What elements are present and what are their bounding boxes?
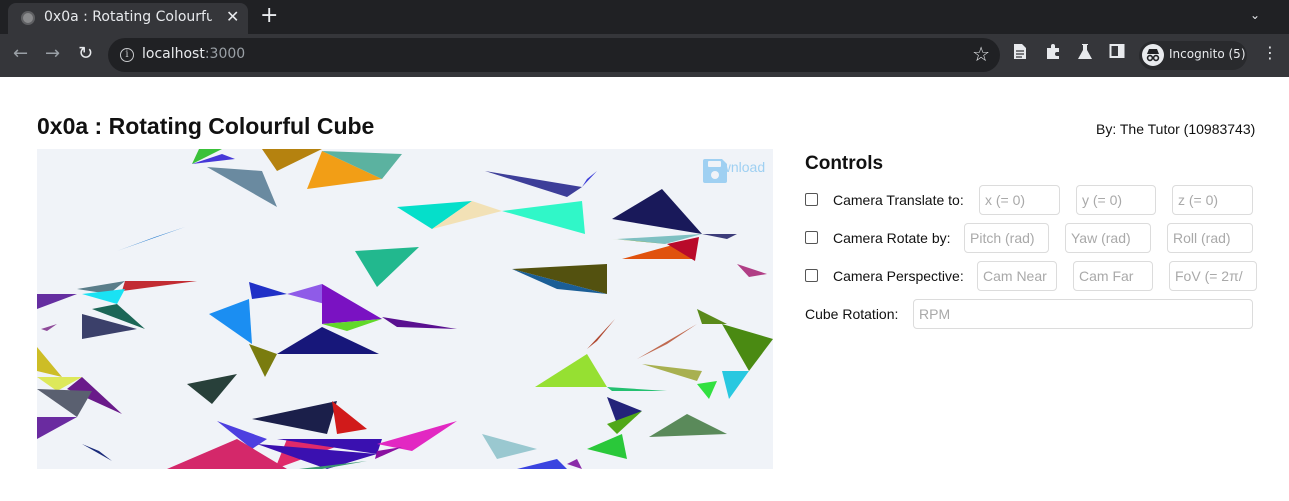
cube-rotation-row: Cube Rotation: [805,299,1253,329]
info-icon[interactable]: i [120,48,134,62]
camera-rotate-checkbox[interactable] [805,231,818,244]
translate-y-input[interactable] [1076,185,1156,215]
tab-active[interactable]: 0x0a : Rotating Colourful Cube ✕ [8,3,248,34]
kebab-menu-icon[interactable]: ⋮ [1262,43,1278,62]
rotate-pitch-input[interactable] [964,223,1049,253]
reload-icon[interactable]: ↻ [78,43,93,64]
url-text[interactable]: localhost:3000 [142,46,245,62]
perspective-near-input[interactable] [977,261,1057,291]
arrow-left-icon[interactable]: ← [13,43,28,64]
browser-toolbar: ← → ↻ i localhost:3000 ☆ Incognito (5) ⋮ [0,34,1289,77]
render-canvas[interactable]: Download [37,149,773,469]
arrow-right-icon[interactable]: → [45,43,60,64]
floppy-disk-icon [703,159,727,183]
rotate-yaw-input[interactable] [1065,223,1151,253]
download-button[interactable]: Download [701,157,767,183]
address-bar[interactable]: i localhost:3000 ☆ [108,38,1000,72]
chevron-down-icon[interactable]: ⌄ [1250,8,1260,22]
perspective-far-input[interactable] [1073,261,1153,291]
plus-icon[interactable]: + [260,3,278,28]
page-title: 0x0a : Rotating Colourful Cube [37,113,375,139]
close-icon[interactable]: ✕ [226,7,239,26]
camera-rotate-label: Camera Rotate by: [833,230,951,246]
incognito-label: Incognito (5) [1169,47,1246,61]
camera-translate-checkbox[interactable] [805,193,818,206]
translate-z-input[interactable] [1172,185,1253,215]
side-panel-icon[interactable] [1109,43,1125,63]
triangle-scene [37,149,773,469]
cube-rotation-label: Cube Rotation: [805,306,899,322]
browser-tabstrip: 0x0a : Rotating Colourful Cube ✕ + ⌄ [0,0,1289,34]
translate-x-input[interactable] [979,185,1060,215]
camera-translate-row: Camera Translate to: [805,185,1265,215]
puzzle-icon[interactable] [1045,43,1062,64]
incognito-profile-button[interactable]: Incognito (5) [1139,41,1247,70]
cube-rotation-rpm-input[interactable] [913,299,1253,329]
author-byline: By: The Tutor (10983743) [1096,121,1256,137]
tab-title: 0x0a : Rotating Colourful Cube [44,9,212,25]
perspective-fov-input[interactable] [1169,261,1257,291]
camera-perspective-row: Camera Perspective: [805,261,1265,291]
camera-perspective-label: Camera Perspective: [833,268,964,284]
rotate-roll-input[interactable] [1167,223,1253,253]
incognito-icon [1142,44,1164,66]
camera-translate-label: Camera Translate to: [833,192,964,208]
document-icon[interactable] [1013,43,1027,64]
star-icon[interactable]: ☆ [972,42,990,66]
globe-icon [21,11,35,25]
controls-heading: Controls [805,153,884,174]
camera-perspective-checkbox[interactable] [805,269,818,282]
flask-icon[interactable] [1077,43,1093,64]
camera-rotate-row: Camera Rotate by: [805,223,1265,253]
